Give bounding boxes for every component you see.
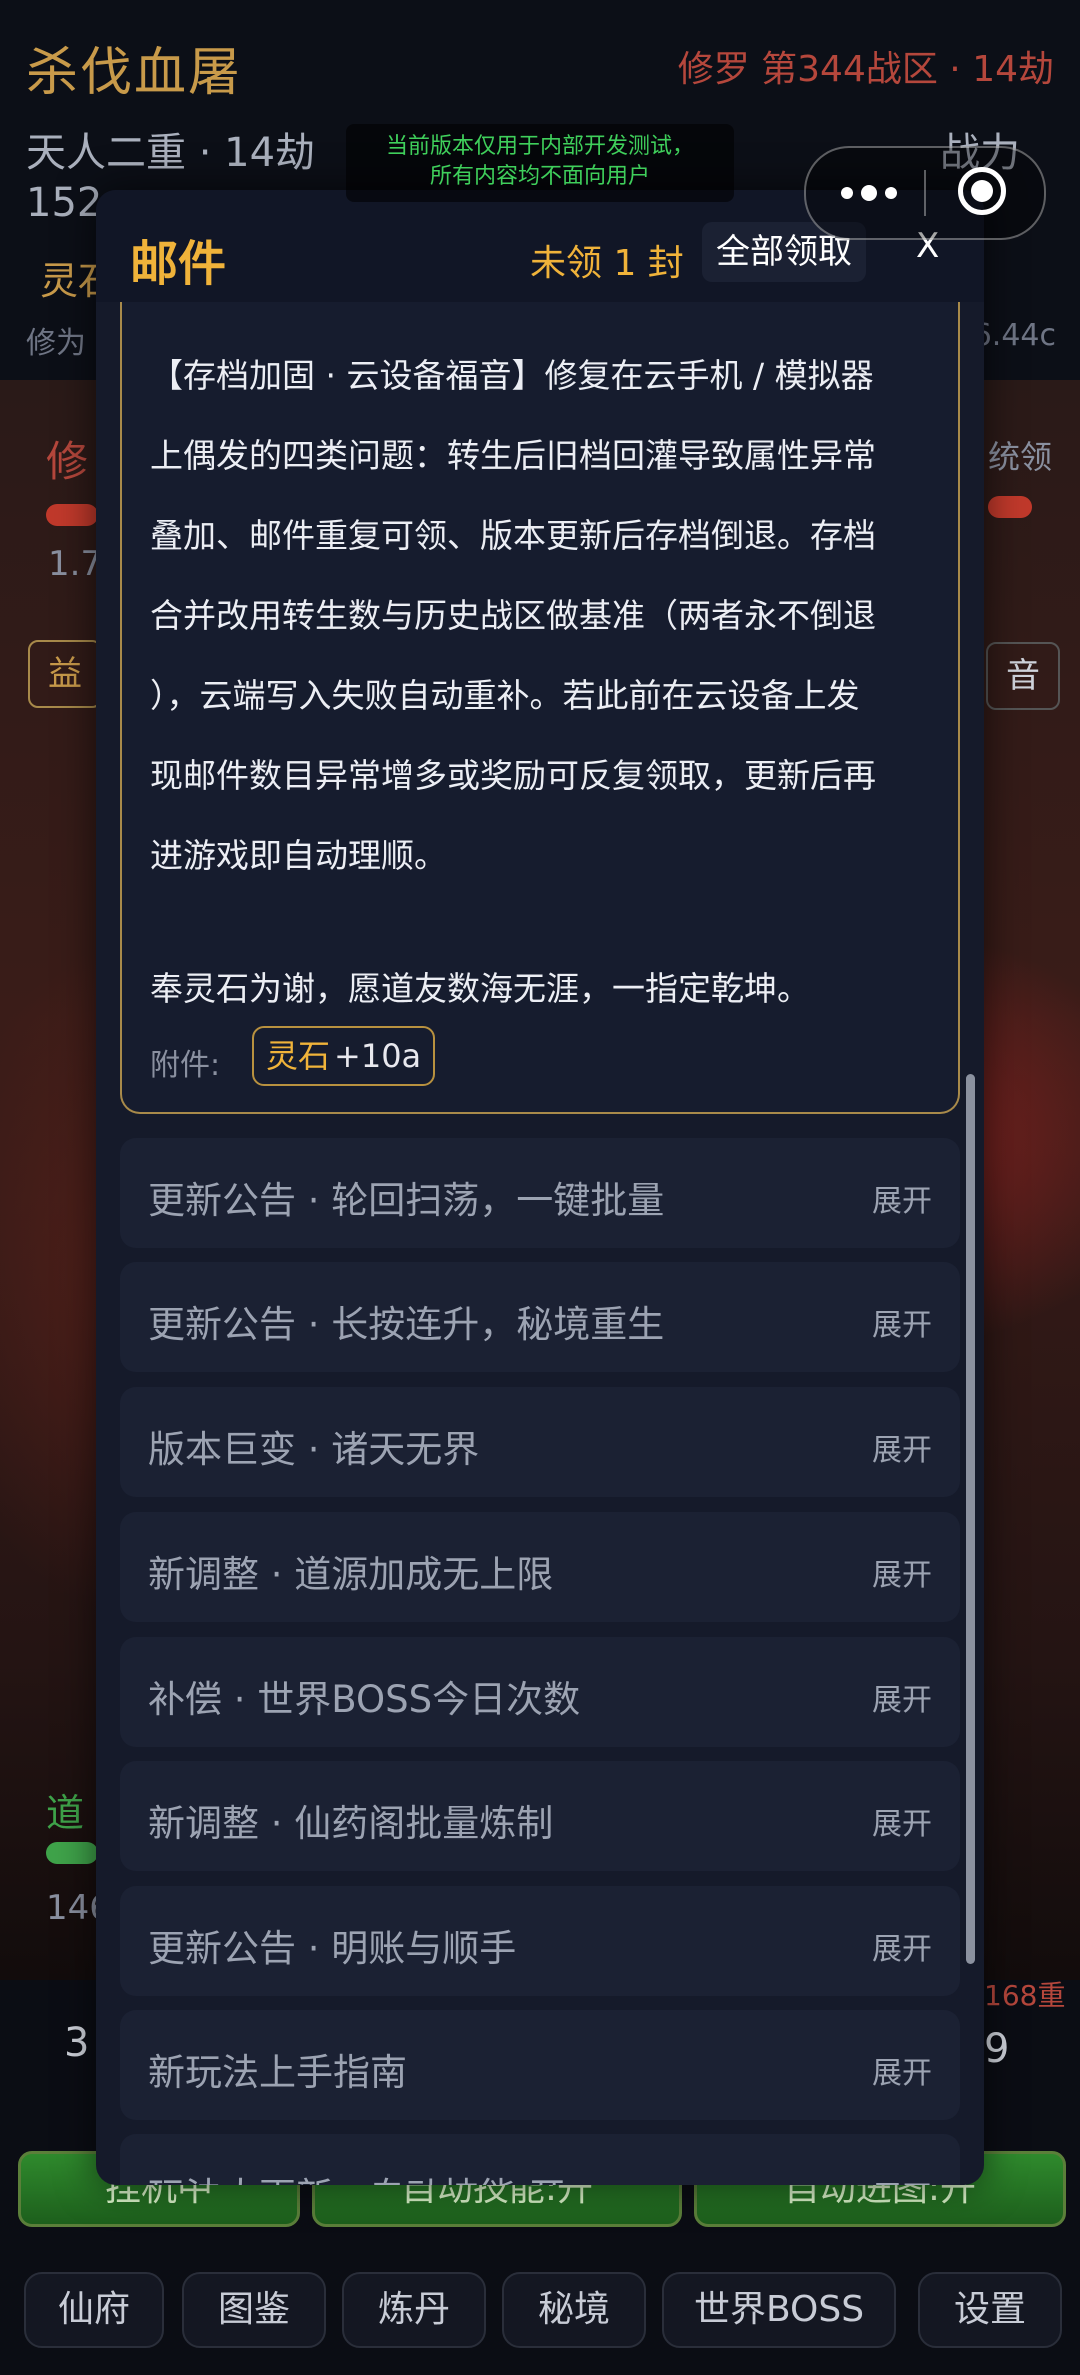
mail-body-line: 叠加、邮件重复可领、版本更新后存档倒退。存档: [150, 516, 876, 555]
mail-body: 【存档加固 · 云设备福音】修复在云手机 / 模拟器 上偶发的四类问题：转生后旧…: [150, 336, 930, 896]
cultivation-label: 修为: [26, 326, 86, 361]
bg-frag-9: 9: [984, 2026, 1010, 2072]
dev-test-line2: 所有内容均不面向用户: [429, 164, 650, 189]
mail-modal: 邮件 未领 1 封 全部领取 X 【存档加固 · 云设备福音】修复在云手机 / …: [96, 190, 984, 2185]
bg-hp-bar-left: [46, 504, 98, 526]
mail-item[interactable]: 新调整 · 道源加成无上限 展开: [120, 1512, 960, 1622]
dev-test-banner: 当前版本仅用于内部开发测试， 所有内容均不面向用户: [346, 124, 734, 202]
bg-frag-value: 1.7: [48, 544, 103, 584]
expand-button[interactable]: 展开: [872, 1550, 932, 1594]
mail-body-line: 进游戏即自动理顺。: [150, 836, 447, 875]
nav-settings[interactable]: 设置: [918, 2272, 1062, 2348]
mail-item-title: 玩法大更新 · 自动技能:开: [148, 2166, 566, 2185]
mail-item-title: 新调整 · 仙药阁批量炼制: [148, 1802, 554, 1845]
bg-frag-dao: 道: [46, 1791, 85, 1835]
realm-line2: 152: [26, 180, 103, 226]
bottom-nav: 仙府 图鉴 炼丹 秘境 世界BOSS 设置: [0, 2262, 1080, 2362]
nav-liandan[interactable]: 炼丹: [342, 2272, 486, 2348]
mail-item[interactable]: 更新公告 · 长按连升，秘境重生 展开: [120, 1262, 960, 1372]
mail-item-title: 新玩法上手指南: [148, 2051, 407, 2094]
more-icon[interactable]: [834, 178, 904, 208]
close-target-icon[interactable]: [958, 167, 1006, 215]
mail-item-title: 更新公告 · 明账与顺手: [148, 1927, 517, 1970]
bg-hp-bar-right: [988, 496, 1032, 518]
nav-world-boss[interactable]: 世界BOSS: [662, 2272, 896, 2348]
expanded-mail: 【存档加固 · 云设备福音】修复在云手机 / 模拟器 上偶发的四类问题：转生后旧…: [120, 302, 960, 1114]
expand-button[interactable]: 展开: [872, 1675, 932, 1719]
capsule-divider: [924, 170, 926, 216]
cultivation-rate: 6.44c: [972, 318, 1056, 353]
expand-button[interactable]: 展开: [872, 1924, 932, 1968]
expand-button[interactable]: 展开: [872, 1300, 932, 1344]
mail-item[interactable]: 玩法大更新 · 自动技能:开 展开: [120, 2134, 960, 2185]
attachment-label: 附件:: [150, 1048, 221, 1083]
mail-item-title: 更新公告 · 长按连升，秘境重生: [148, 1303, 665, 1346]
mail-item-title: 新调整 · 道源加成无上限: [148, 1553, 554, 1596]
bg-frag-3: 3: [64, 2020, 90, 2066]
mail-item[interactable]: 更新公告 · 明账与顺手 展开: [120, 1886, 960, 1996]
nav-mijing[interactable]: 秘境: [502, 2272, 646, 2348]
mail-body-line: 【存档加固 · 云设备福音】修复在云手机 / 模拟器: [150, 356, 874, 395]
bg-frag-ling: 统领: [988, 438, 1053, 476]
nav-xianfu[interactable]: 仙府: [24, 2272, 164, 2348]
bg-frag-xiu: 修: [46, 437, 89, 486]
expand-button[interactable]: 展开: [872, 1799, 932, 1843]
dev-test-line1: 当前版本仅用于内部开发测试，: [385, 134, 694, 159]
mail-item-title: 版本巨变 · 诸天无界: [148, 1428, 480, 1471]
mail-body-line: 现邮件数目异常增多或奖励可反复领取，更新后再: [150, 756, 876, 795]
bg-progress-bar-left: [46, 1842, 98, 1864]
mail-item[interactable]: 新玩法上手指南 展开: [120, 2010, 960, 2120]
mail-item[interactable]: 版本巨变 · 诸天无界 展开: [120, 1387, 960, 1497]
expand-button[interactable]: 展开: [872, 2048, 932, 2092]
expand-button[interactable]: 展开: [872, 1176, 932, 1220]
realm-line: 天人二重 · 14劫: [26, 120, 315, 178]
mail-item[interactable]: 新调整 · 仙药阁批量炼制 展开: [120, 1761, 960, 1871]
nav-tujian[interactable]: 图鉴: [182, 2272, 326, 2348]
bg-frag-level: 168重: [984, 1979, 1066, 2012]
unclaimed-count: 未领 1 封: [530, 243, 684, 284]
attachment-value: +10a: [334, 1037, 422, 1075]
bg-frag-yin: 音: [986, 642, 1060, 710]
game-title: 杀伐血屠: [26, 43, 243, 103]
server-info: 修罗 第344战区 · 14劫: [677, 49, 1054, 90]
mail-title: 邮件: [130, 236, 227, 292]
realm-text: 天人二重 · 14劫: [26, 130, 316, 176]
expand-button[interactable]: 展开: [872, 1425, 932, 1469]
miniprogram-capsule: [804, 146, 1046, 240]
expand-button[interactable]: 展开: [872, 2172, 932, 2185]
bg-frag-yi: 益: [28, 640, 102, 708]
attachment-name: 灵石: [266, 1037, 331, 1075]
mail-body-line: ），云端写入失败自动重补。若此前在云设备上发: [150, 676, 860, 715]
mail-item-title: 补偿 · 世界BOSS今日次数: [148, 1678, 581, 1721]
mail-scrollbar[interactable]: [966, 1074, 975, 1964]
mail-signature: 奉灵石为谢，愿道友数海无涯，一指定乾坤。: [150, 969, 810, 1008]
mail-body-line: 上偶发的四类问题：转生后旧档回灌导致属性异常: [150, 436, 876, 475]
mail-body-line: 合并改用转生数与历史战区做基准（两者永不倒退: [150, 596, 876, 635]
attachment-chip[interactable]: 灵石 +10a: [252, 1026, 436, 1086]
mail-item[interactable]: 补偿 · 世界BOSS今日次数 展开: [120, 1637, 960, 1747]
mail-item[interactable]: 更新公告 · 轮回扫荡，一键批量 展开: [120, 1138, 960, 1248]
mail-item-title: 更新公告 · 轮回扫荡，一键批量: [148, 1179, 665, 1222]
